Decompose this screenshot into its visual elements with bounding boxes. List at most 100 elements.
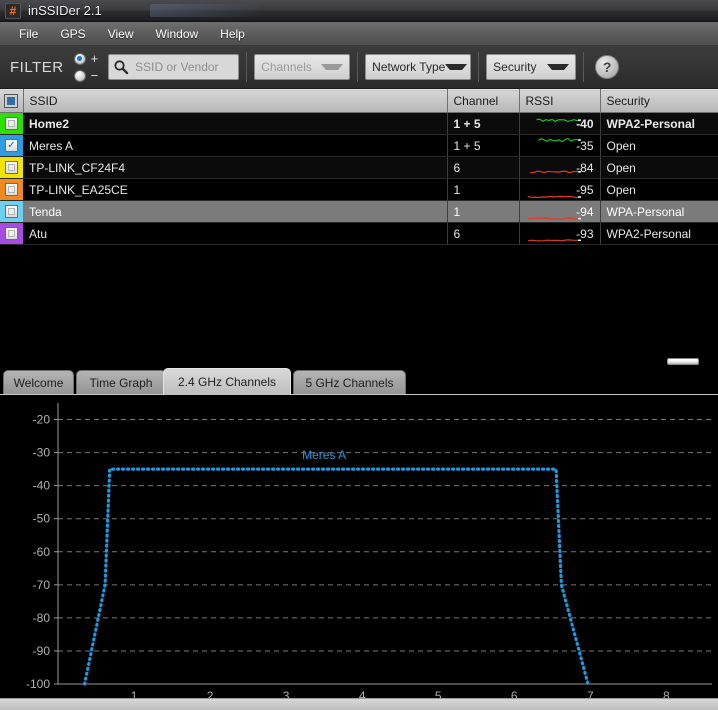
help-button[interactable]: ? xyxy=(595,55,620,79)
chart-y-tick-label: -80 xyxy=(33,611,51,625)
cell-rssi: -93 xyxy=(519,222,601,245)
row-swatch-inner: ✓ xyxy=(1,136,22,156)
app-window: # inSSIDer 2.1 File GPS View Window Help… xyxy=(0,0,718,710)
network-type-dropdown-label: Network Type xyxy=(372,60,446,74)
row-checkbox[interactable] xyxy=(5,161,18,174)
row-checkbox[interactable] xyxy=(5,117,18,130)
filter-include-row[interactable]: + xyxy=(73,51,98,66)
table-row[interactable]: TP-LINK_CF24F4 6 -84 Open xyxy=(0,156,718,179)
security-dropdown[interactable]: Security xyxy=(486,54,577,80)
chart-y-tick-label: -40 xyxy=(33,479,51,493)
cell-channel: 6 xyxy=(447,156,520,179)
chart-y-tick-label: -70 xyxy=(33,578,51,592)
row-color-swatch[interactable] xyxy=(0,178,23,201)
row-color-swatch[interactable] xyxy=(0,200,23,223)
rssi-sparkline xyxy=(527,239,581,242)
row-color-swatch[interactable]: ✓ xyxy=(0,134,23,157)
toolbar-separator-1 xyxy=(246,52,248,82)
chart-series-label: Meres A xyxy=(302,448,346,462)
cell-ssid: Tenda xyxy=(23,200,448,223)
column-header-channel[interactable]: Channel xyxy=(447,89,520,113)
menu-item-view[interactable]: View xyxy=(97,24,145,44)
row-swatch-inner xyxy=(1,158,22,178)
row-checkbox[interactable] xyxy=(5,227,18,240)
tab-time-graph[interactable]: Time Graph xyxy=(76,370,166,395)
filter-include-radio[interactable] xyxy=(73,52,86,65)
panel-splitter-grip[interactable] xyxy=(667,358,699,365)
select-all-checkbox[interactable] xyxy=(4,94,19,108)
tab-24ghz-channels[interactable]: 2.4 GHz Channels xyxy=(163,368,291,395)
cell-rssi: -95 xyxy=(519,178,601,201)
column-header-ssid[interactable]: SSID xyxy=(23,89,448,113)
cell-rssi: -35 xyxy=(519,134,601,157)
row-swatch-inner xyxy=(1,202,22,222)
table-row[interactable]: Tenda 1 -94 WPA-Personal xyxy=(0,200,718,223)
tab-5ghz-channels[interactable]: 5 GHz Channels xyxy=(293,370,406,395)
rssi-value: -94 xyxy=(576,204,594,219)
chart-x-tick-label: 5 xyxy=(435,689,442,698)
rssi-value: -40 xyxy=(576,116,594,131)
row-color-swatch[interactable] xyxy=(0,112,23,135)
table-row[interactable]: Atu 6 -93 WPA2-Personal xyxy=(0,222,718,245)
column-header-rssi[interactable]: RSSI xyxy=(519,89,601,113)
cell-channel: 1 xyxy=(447,200,520,223)
column-header-security[interactable]: Security xyxy=(600,89,718,113)
chart-y-tick-label: -50 xyxy=(33,512,51,526)
rssi-sparkline xyxy=(527,217,581,220)
rssi-value: -95 xyxy=(576,182,594,197)
row-swatch-inner xyxy=(1,180,22,200)
chart-y-tick-label: -100 xyxy=(26,677,50,691)
row-color-swatch[interactable] xyxy=(0,156,23,179)
toolbar-separator-3 xyxy=(478,52,480,82)
filter-label: FILTER xyxy=(10,58,64,76)
filter-exclude-label: − xyxy=(90,68,99,83)
chart-x-tick-label: 6 xyxy=(511,689,518,698)
channels-dropdown[interactable]: Channels xyxy=(254,54,351,80)
rssi-value: -35 xyxy=(576,138,594,153)
table-row[interactable]: TP-LINK_EA25CE 1 -95 Open xyxy=(0,178,718,201)
search-box[interactable] xyxy=(108,54,240,80)
cell-channel: 1 xyxy=(447,178,520,201)
chart-y-tick-label: -60 xyxy=(33,545,51,559)
menu-bar: File GPS View Window Help xyxy=(0,22,718,46)
select-all-header[interactable] xyxy=(0,89,24,113)
rssi-sparkline xyxy=(536,118,581,123)
tab-welcome[interactable]: Welcome xyxy=(3,370,74,395)
row-color-swatch[interactable] xyxy=(0,222,23,245)
cell-ssid: Atu xyxy=(23,222,448,245)
filter-exclude-radio[interactable] xyxy=(73,69,86,82)
menu-item-gps[interactable]: GPS xyxy=(49,24,96,44)
cell-security: Open xyxy=(600,134,718,157)
table-row[interactable]: ✓ Meres A1 + 5 -35 Open xyxy=(0,134,718,157)
table-row[interactable]: Home2 1 + 5 -40 WPA2-Personal xyxy=(0,112,718,135)
filter-exclude-row[interactable]: − xyxy=(73,68,99,83)
channels-chart: -20 -30 -40 -50 -60 -70 -80 -90 -100 1 2 3 4 5 6 7 8 Mere… xyxy=(0,395,718,698)
cell-rssi: -94 xyxy=(519,200,601,223)
toolbar-separator-4 xyxy=(583,52,585,82)
search-icon xyxy=(114,60,129,75)
tab-strip: Welcome Time Graph 2.4 GHz Channels 5 GH… xyxy=(0,368,718,395)
rssi-value: -93 xyxy=(576,226,594,241)
menu-item-help[interactable]: Help xyxy=(209,24,256,44)
row-checkbox[interactable] xyxy=(5,183,18,196)
row-checkbox[interactable] xyxy=(5,205,18,218)
rssi-sparkline xyxy=(529,170,581,174)
network-table: SSID Channel RSSI Security Home2 1 + 5 -40… xyxy=(0,89,718,269)
chart-x-tick-label: 4 xyxy=(359,689,366,698)
table-header-row: SSID Channel RSSI Security xyxy=(0,89,718,113)
row-checkbox-checked[interactable]: ✓ xyxy=(5,139,18,152)
cell-rssi: -40 xyxy=(519,112,601,135)
window-title: inSSIDer 2.1 xyxy=(28,3,102,18)
chart-series-line xyxy=(83,467,590,686)
chart-x-tick-label: 2 xyxy=(207,689,214,698)
menu-item-file[interactable]: File xyxy=(8,24,49,44)
title-bar-highlight xyxy=(150,4,260,17)
chart-x-tick-label: 1 xyxy=(131,689,138,698)
cell-security: WPA2-Personal xyxy=(600,222,718,245)
menu-item-window[interactable]: Window xyxy=(144,24,209,44)
network-type-dropdown[interactable]: Network Type xyxy=(365,54,472,80)
cell-security: WPA-Personal xyxy=(600,200,718,223)
search-input[interactable] xyxy=(133,59,235,75)
cell-ssid: Home2 xyxy=(23,112,448,135)
chart-x-tick-label: 3 xyxy=(283,689,290,698)
